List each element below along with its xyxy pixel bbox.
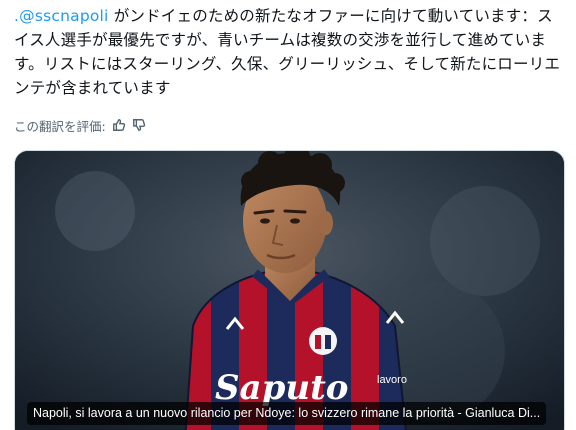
media-card[interactable]: Saputo lavoro Napoli, si lavora a un nuo… (14, 150, 565, 430)
translation-rating-label: この翻訳を評価: (14, 118, 106, 134)
thumbs-up-icon[interactable] (112, 118, 126, 132)
mention-link[interactable]: .@sscnapoli (14, 7, 109, 25)
media-caption: Napoli, si lavora a un nuovo rilancio pe… (27, 402, 547, 425)
translation-rating: この翻訳を評価: (14, 115, 146, 135)
player-photo: Saputo lavoro (15, 151, 564, 430)
jersey-sleeve-text: lavoro (377, 374, 407, 386)
thumbs-down-icon[interactable] (132, 118, 146, 132)
tweet-text: .@sscnapoli がンドイェのための新たなオファーに向けて動いています：ス… (14, 4, 566, 100)
